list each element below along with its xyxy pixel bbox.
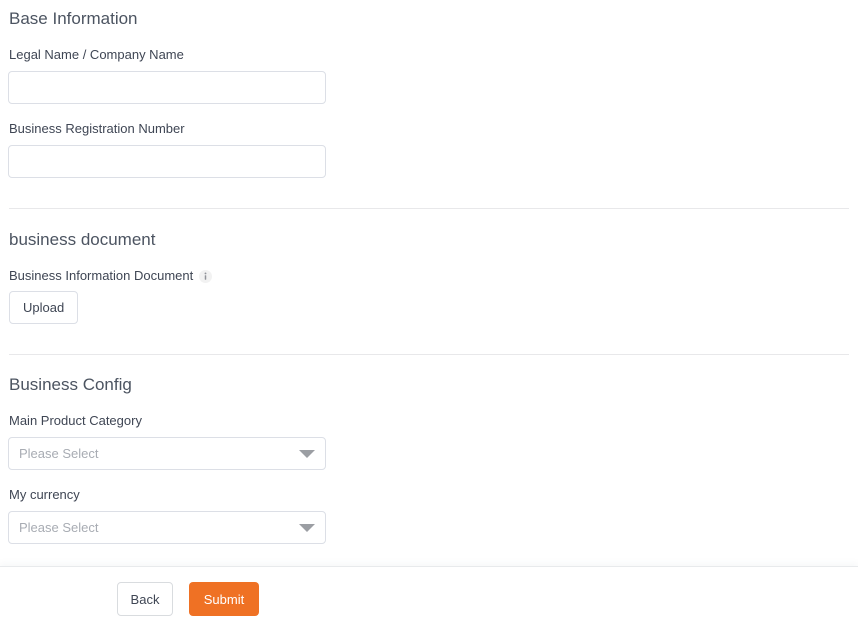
field-legal-name: Legal Name / Company Name [8,30,850,104]
main-product-category-value: Please Select [19,446,99,461]
section-title-base-information: Base Information [9,9,138,28]
label-main-product-category-text: Main Product Category [9,413,142,428]
section-business-config: Business Config Main Product Category Pl… [8,355,850,544]
label-legal-name-text: Legal Name / Company Name [9,47,184,62]
submit-button[interactable]: Submit [189,582,259,616]
back-button[interactable]: Back [117,582,173,616]
chevron-down-icon [299,523,315,532]
registration-form-page: Base Information Legal Name / Company Na… [0,0,858,631]
field-business-information-document: Business Information Document Upload [8,251,850,324]
chevron-down-icon [299,449,315,458]
my-currency-value: Please Select [19,520,99,535]
main-product-category-select[interactable]: Please Select [8,437,326,470]
upload-button[interactable]: Upload [9,291,79,324]
label-business-information-document: Business Information Document [8,267,850,284]
label-registration-number: Business Registration Number [8,120,850,137]
label-registration-number-text: Business Registration Number [9,121,185,136]
field-my-currency: My currency Please Select [8,470,850,544]
label-main-product-category: Main Product Category [8,412,850,429]
my-currency-select[interactable]: Please Select [8,511,326,544]
label-business-information-document-text: Business Information Document [9,268,194,283]
section-base-information: Base Information Legal Name / Company Na… [8,0,850,178]
section-business-document: business document Business Information D… [8,209,850,324]
section-title-business-config: Business Config [9,375,132,394]
form-area: Base Information Legal Name / Company Na… [0,0,858,544]
label-my-currency: My currency [8,486,850,503]
form-footer: Back Submit [0,566,858,631]
legal-name-input[interactable] [8,71,326,104]
field-main-product-category: Main Product Category Please Select [8,396,850,470]
section-title-business-document: business document [9,230,156,249]
footer-actions: Back Submit [117,582,259,616]
label-legal-name: Legal Name / Company Name [8,46,850,63]
label-my-currency-text: My currency [9,487,80,502]
field-registration-number: Business Registration Number [8,104,850,178]
registration-number-input[interactable] [8,145,326,178]
info-circle-icon[interactable] [199,270,213,283]
